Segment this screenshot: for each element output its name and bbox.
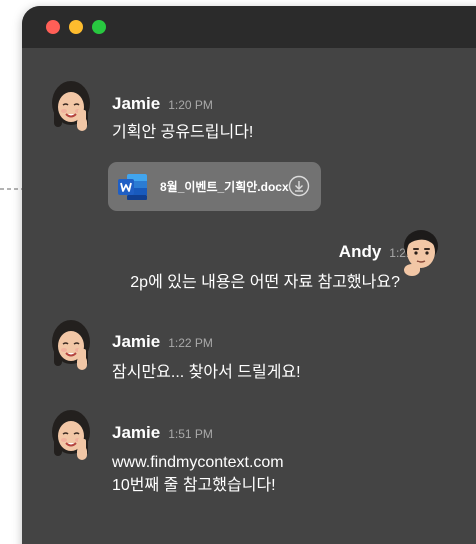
- jamie-avatar-icon[interactable]: [48, 408, 94, 464]
- jamie-avatar-icon[interactable]: [48, 318, 94, 374]
- window-titlebar: [22, 6, 476, 48]
- screenshot-stage: Jamie 1:20 PM 기획안 공유드립니다! 8월_이벤트_기획안.doc…: [0, 0, 476, 544]
- download-icon[interactable]: [288, 175, 310, 197]
- close-window-button[interactable]: [46, 20, 60, 34]
- message-time: 1:20 PM: [168, 98, 213, 112]
- message-header: Jamie 1:22 PM: [112, 332, 213, 352]
- sender-name[interactable]: Andy: [339, 242, 382, 262]
- message-text: 10번째 줄 참고했습니다!: [112, 477, 276, 494]
- message-text: 2p에 있는 내용은 어떤 자료 참고했나요?: [130, 274, 400, 291]
- file-attachment[interactable]: 8월_이벤트_기획안.docx: [108, 162, 321, 211]
- message-time: 1:22 PM: [168, 336, 213, 350]
- message-header: Jamie 1:20 PM: [112, 94, 213, 114]
- message-link[interactable]: www.findmycontext.com: [112, 452, 284, 474]
- message-header: Jamie 1:51 PM: [112, 423, 213, 443]
- message-time: 1:51 PM: [168, 427, 213, 441]
- sender-name[interactable]: Jamie: [112, 94, 160, 114]
- sender-name[interactable]: Jamie: [112, 423, 160, 443]
- jamie-avatar-icon[interactable]: [48, 79, 94, 135]
- minimize-window-button[interactable]: [69, 20, 83, 34]
- message-text: 기획안 공유드립니다!: [112, 124, 254, 141]
- sender-name[interactable]: Jamie: [112, 332, 160, 352]
- message-text: 잠시만요... 찾아서 드릴게요!: [112, 364, 301, 381]
- andy-avatar-icon[interactable]: [398, 224, 444, 280]
- chat-window: Jamie 1:20 PM 기획안 공유드립니다! 8월_이벤트_기획안.doc…: [22, 6, 476, 544]
- attachment-file-name: 8월_이벤트_기획안.docx: [160, 180, 289, 194]
- zoom-window-button[interactable]: [92, 20, 106, 34]
- word-doc-icon: [118, 173, 147, 200]
